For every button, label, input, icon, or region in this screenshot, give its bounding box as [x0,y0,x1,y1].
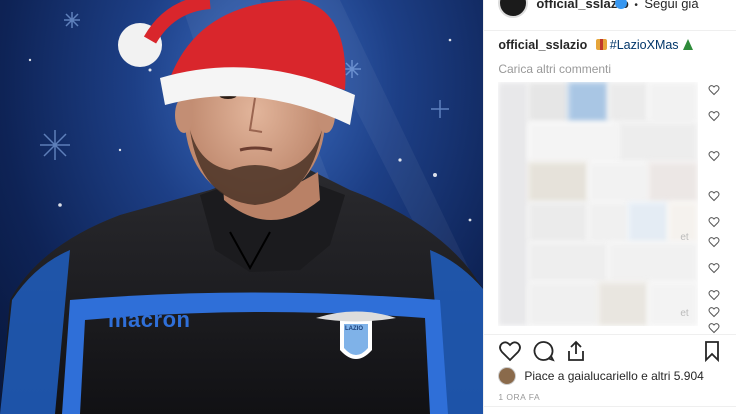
post-header: official_sslazio • Segui già [484,0,736,31]
load-more-comments-button[interactable]: Carica altri commenti [498,62,611,76]
likes-summary[interactable]: Piace a gaialucariello e altri 5.904 [498,367,704,385]
post-timestamp: 1 ORA FA [498,392,541,402]
comment-heart-icon[interactable] [708,216,720,228]
likes-text: Piace a gaialucariello e altri 5.904 [524,369,704,383]
comment-heart-icon[interactable] [708,150,720,162]
following-button[interactable]: Segui già [644,0,698,11]
caption-hashtag[interactable]: #LazioXMas [610,38,679,52]
comment-heart-icon[interactable] [708,306,720,318]
bookmark-icon[interactable] [700,339,724,363]
profile-avatar[interactable] [498,0,529,18]
stray-text-2: et [680,308,689,319]
jersey-brand-logo: macron [108,307,191,332]
comment-bubble-icon[interactable] [532,339,556,363]
post-side-panel: official_sslazio • Segui già official_ss… [483,0,736,414]
comment-heart-icon[interactable] [708,190,720,202]
gift-icon [595,39,607,50]
comment-heart-icon[interactable] [708,322,720,334]
comments-list-blurred [498,82,699,326]
share-icon[interactable] [564,339,588,363]
comment-heart-icon[interactable] [708,110,720,122]
divider [484,406,736,407]
comment-heart-icon[interactable] [708,84,720,96]
post-photo [0,0,484,414]
caption-username[interactable]: official_sslazio [498,38,587,52]
christmas-tree-icon [682,39,693,50]
comment-heart-icon[interactable] [708,289,720,301]
header-separator: • [634,0,638,11]
post-image[interactable]: macron LAZIO [0,0,484,414]
instagram-post: macron LAZIO official_sslazio • Segui gi… [0,0,736,414]
post-action-bar [484,334,736,365]
comment-heart-icon[interactable] [708,236,720,248]
comment-heart-icon[interactable] [708,262,720,274]
crest-label: LAZIO [345,326,363,332]
liker-avatar [498,367,517,385]
stray-text-1: et [680,232,689,243]
post-caption: official_sslazio #LazioXMas [498,38,693,52]
like-heart-icon[interactable] [498,339,522,363]
